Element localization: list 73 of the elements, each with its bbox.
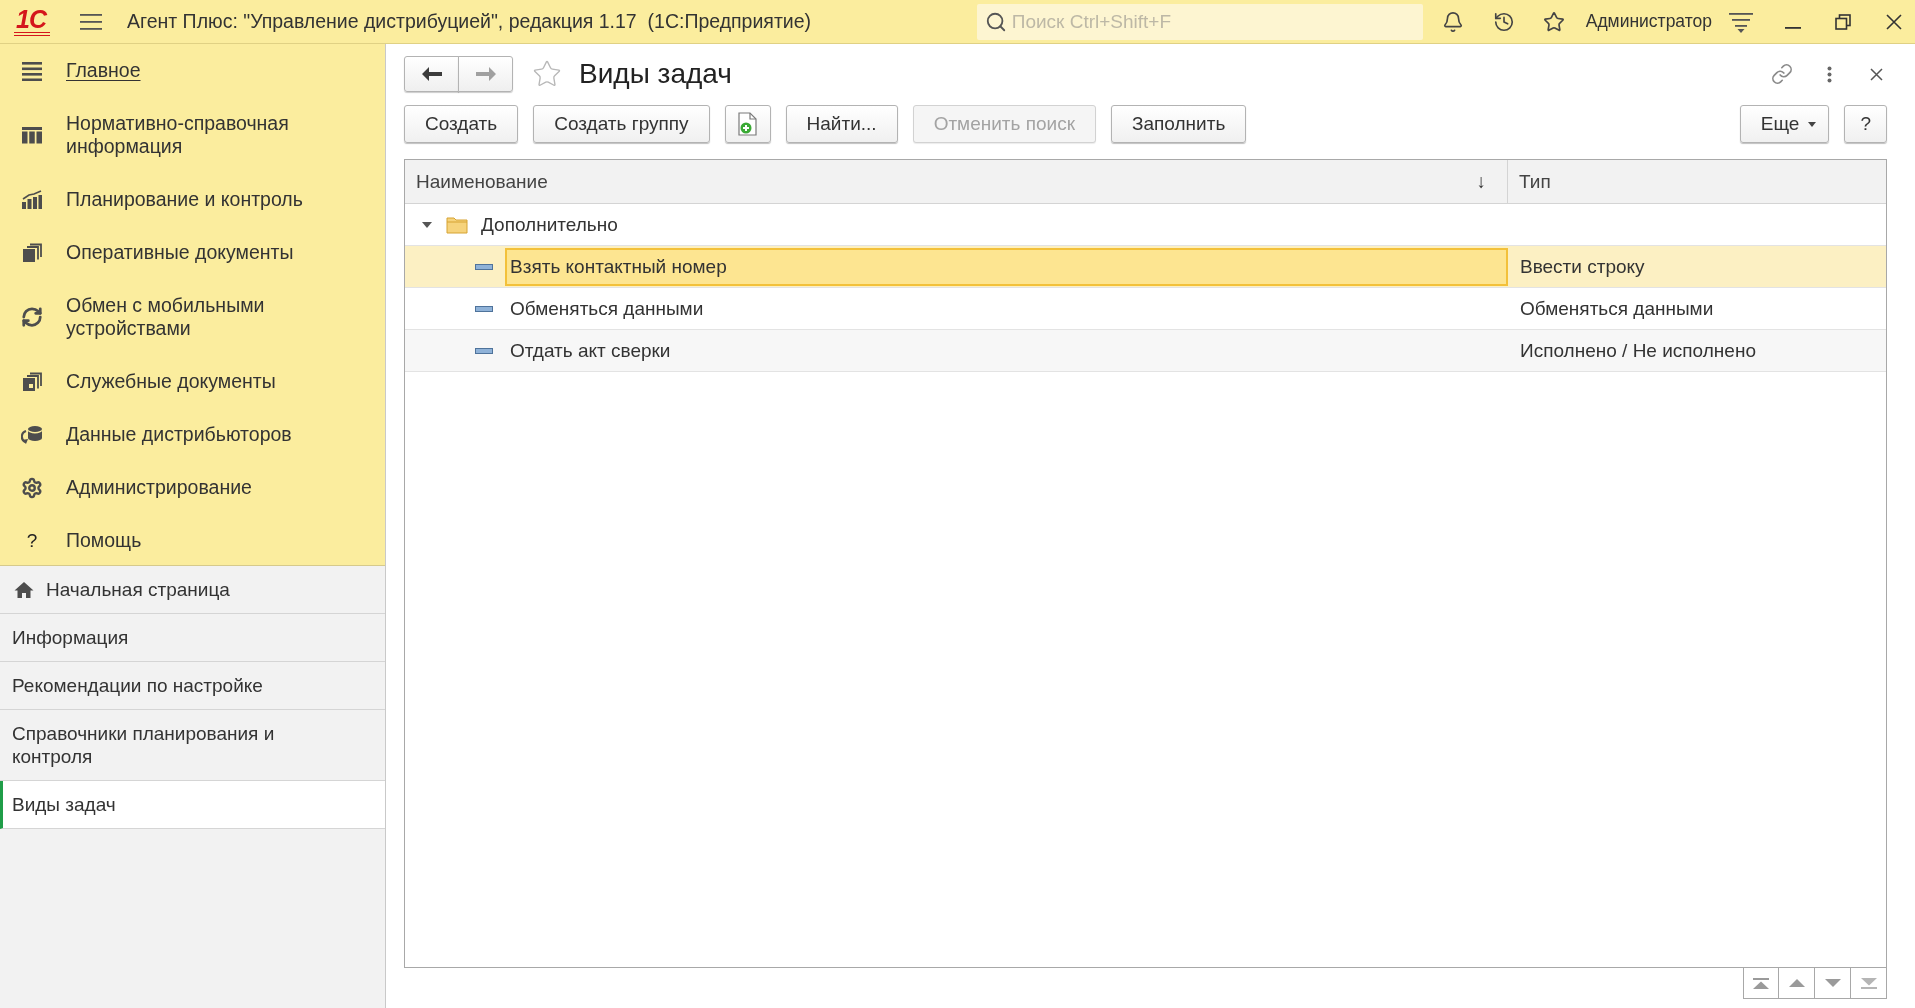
bell-icon[interactable]	[1441, 10, 1464, 33]
table-cell-text: Ввести строку	[1519, 255, 1645, 278]
dots-vertical-icon[interactable]	[1827, 65, 1832, 83]
home-icon	[14, 580, 34, 599]
more-button[interactable]: Еще	[1739, 105, 1830, 143]
sort-arrow-icon: ↓	[1476, 170, 1486, 193]
table-cell: Взять контактный номер	[505, 247, 1508, 286]
triangle-up-icon	[1788, 979, 1805, 987]
column-header[interactable]: Тип	[1508, 160, 1886, 204]
toolbar-button[interactable]: ?	[1844, 105, 1887, 143]
toolbar-button[interactable]: Найти...	[785, 105, 898, 143]
columns-icon	[21, 125, 43, 145]
search-icon	[984, 10, 1007, 33]
toolbar-button[interactable]: Создать группу	[533, 105, 710, 143]
dash-icon	[475, 347, 493, 354]
logo: 1С	[14, 7, 50, 36]
section-item[interactable]: ? Помощь	[21, 529, 142, 552]
table-cell-text: Обменяться данными	[509, 296, 705, 321]
table-cell-text: Обменяться данными	[1519, 297, 1714, 320]
triangle-down-icon[interactable]	[422, 219, 432, 230]
section-item[interactable]: Оперативные документы	[21, 241, 294, 264]
section-item[interactable]: Служебные документы	[21, 370, 276, 393]
caret-icon	[1808, 121, 1817, 127]
close-icon[interactable]	[1870, 67, 1883, 81]
back-button[interactable]	[404, 56, 459, 92]
menu-icon	[21, 60, 43, 81]
scroll-up-button[interactable]	[1779, 968, 1815, 999]
dash-icon	[475, 305, 493, 312]
section-item[interactable]: Обмен с мобильными устройствами	[21, 294, 351, 340]
document-plus-icon	[736, 112, 759, 136]
section-item[interactable]: Главное	[21, 59, 141, 82]
dash-icon	[475, 263, 493, 270]
arrow-to-top-icon	[1753, 977, 1769, 989]
history-icon[interactable]	[1492, 10, 1515, 33]
documents-icon	[21, 242, 43, 263]
toolbar-button[interactable]: Заполнить	[1111, 105, 1247, 143]
section-item[interactable]: Планирование и контроль	[21, 188, 303, 211]
restore-icon[interactable]	[1835, 13, 1851, 30]
section-item[interactable]: Данные дистрибьюторов	[21, 423, 292, 446]
database-arrow-icon	[21, 424, 43, 445]
filter-lines-icon[interactable]	[1729, 10, 1753, 33]
left-arrow-icon	[421, 67, 442, 81]
table-cell: Дополнительно	[481, 213, 618, 236]
link-icon[interactable]	[1771, 63, 1793, 85]
table-row[interactable]: Взять контактный номер Ввести строку	[405, 246, 1886, 288]
user-name[interactable]: Администратор	[1585, 11, 1712, 32]
scroll-to-top-button[interactable]	[1743, 968, 1779, 999]
right-arrow-icon	[475, 67, 496, 81]
document-plus-button[interactable]	[724, 105, 771, 143]
star-icon[interactable]	[1542, 10, 1565, 33]
arrow-to-bottom-icon	[1860, 977, 1877, 989]
column-header[interactable]: Наименование ↓	[405, 160, 1508, 204]
page-title: Виды задач	[579, 58, 732, 90]
star-icon[interactable]	[532, 59, 562, 89]
section-item[interactable]: Администрирование	[21, 476, 252, 499]
section-item[interactable]: Нормативно-справочная информация	[21, 112, 351, 158]
open-page-tab[interactable]: Виды задач	[0, 781, 385, 829]
search-field[interactable]: Поиск Ctrl+Shift+F	[976, 3, 1423, 40]
bar-chart-icon	[21, 189, 43, 210]
table-row[interactable]: Отдать акт сверки Исполнено / Не исполнено	[405, 330, 1886, 372]
close-icon[interactable]	[1886, 13, 1902, 30]
window-title: Агент Плюс: "Управление дистрибуцией", редакция 1.17 (1С:Предприятие)	[126, 10, 812, 33]
documents-icon	[21, 371, 43, 392]
refresh-icon	[21, 306, 43, 328]
table-cell-text: Отдать акт сверки	[509, 338, 672, 363]
folder-icon	[446, 215, 468, 234]
menu-icon[interactable]	[79, 12, 102, 31]
toolbar-button[interactable]: Создать	[404, 105, 519, 143]
settings-icon	[21, 476, 43, 499]
table-cell-text: Исполнено / Не исполнено	[1519, 339, 1756, 362]
question-mark-icon: ?	[21, 529, 43, 552]
triangle-down-icon	[1824, 979, 1841, 987]
scroll-down-button[interactable]	[1815, 968, 1851, 999]
